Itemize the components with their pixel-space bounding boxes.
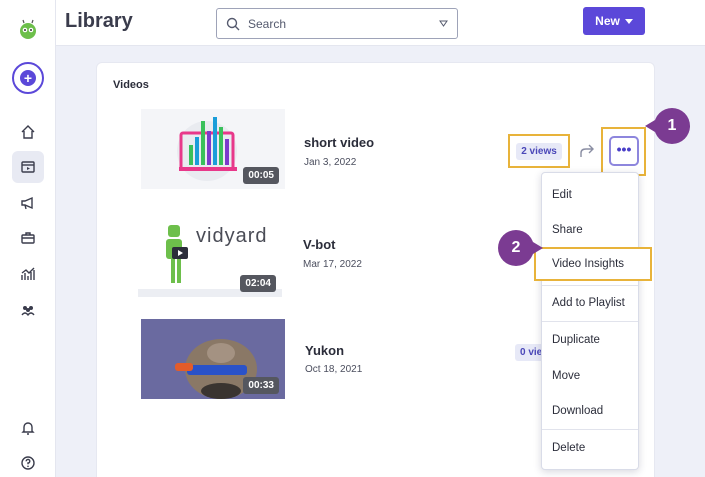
bell-icon[interactable] bbox=[12, 412, 44, 444]
search-placeholder: Search bbox=[248, 17, 287, 31]
callout-badge-2: 2 bbox=[498, 230, 543, 266]
more-options-menu: Edit Share Video Insights Add to Playlis… bbox=[534, 172, 652, 470]
views-highlight[interactable]: 2 views bbox=[508, 134, 570, 168]
more-button-highlight: ••• bbox=[601, 127, 646, 176]
video-thumbnail[interactable]: 00:33 bbox=[141, 319, 285, 399]
duration-badge: 00:33 bbox=[243, 377, 279, 394]
new-button[interactable]: New bbox=[583, 7, 645, 35]
vidyard-wordmark: vidyard bbox=[196, 225, 268, 247]
callout-pointer bbox=[645, 120, 655, 132]
video-date: Jan 3, 2022 bbox=[304, 157, 357, 168]
duration-badge: 00:05 bbox=[243, 167, 279, 184]
vidyard-logo-icon[interactable] bbox=[16, 18, 40, 42]
more-options-button[interactable]: ••• bbox=[609, 136, 639, 166]
search-icon bbox=[226, 17, 240, 31]
menu-item-add-to-playlist[interactable]: Add to Playlist bbox=[542, 286, 638, 320]
team-icon[interactable] bbox=[12, 294, 44, 326]
sidebar: + bbox=[0, 0, 56, 477]
callout-number: 2 bbox=[511, 239, 521, 256]
share-icon[interactable] bbox=[579, 143, 597, 159]
chevron-down-icon[interactable] bbox=[439, 19, 448, 28]
views-badge[interactable]: 2 views bbox=[516, 142, 562, 160]
caret-down-icon bbox=[624, 18, 633, 24]
create-button[interactable]: + bbox=[12, 62, 44, 94]
menu-item-duplicate[interactable]: Duplicate bbox=[542, 323, 638, 357]
callout-badge-1: 1 bbox=[645, 108, 690, 144]
page-title: Library bbox=[65, 10, 133, 32]
menu-item-download[interactable]: Download bbox=[542, 394, 638, 428]
plus-icon: + bbox=[20, 70, 36, 86]
top-bar: Library Search New bbox=[56, 0, 705, 46]
video-title[interactable]: Yukon bbox=[305, 343, 344, 358]
briefcase-icon[interactable] bbox=[12, 222, 44, 254]
menu-item-edit[interactable]: Edit bbox=[542, 178, 638, 212]
menu-divider bbox=[542, 321, 638, 322]
duration-badge: 02:04 bbox=[240, 275, 276, 292]
menu-item-video-insights[interactable]: Video Insights bbox=[534, 247, 652, 281]
analytics-icon[interactable] bbox=[12, 258, 44, 290]
callout-pointer bbox=[533, 242, 543, 254]
new-button-label: New bbox=[595, 14, 620, 28]
video-date: Oct 18, 2021 bbox=[305, 364, 363, 375]
section-title: Videos bbox=[113, 79, 149, 91]
video-title[interactable]: short video bbox=[304, 135, 374, 150]
callout-number: 1 bbox=[667, 117, 677, 134]
video-thumbnail[interactable]: vidyard 02:04 bbox=[138, 217, 282, 297]
menu-item-delete[interactable]: Delete bbox=[542, 431, 638, 465]
menu-divider bbox=[542, 429, 638, 430]
library-icon[interactable] bbox=[12, 151, 44, 183]
help-icon[interactable] bbox=[12, 447, 44, 477]
menu-item-share[interactable]: Share bbox=[542, 213, 638, 247]
video-title[interactable]: V-bot bbox=[303, 237, 336, 252]
search-input[interactable]: Search bbox=[216, 8, 458, 39]
video-thumbnail[interactable]: 00:05 bbox=[141, 109, 285, 189]
home-icon[interactable] bbox=[12, 116, 44, 148]
menu-item-move[interactable]: Move bbox=[542, 359, 638, 393]
megaphone-icon[interactable] bbox=[12, 187, 44, 219]
video-date: Mar 17, 2022 bbox=[303, 259, 362, 270]
